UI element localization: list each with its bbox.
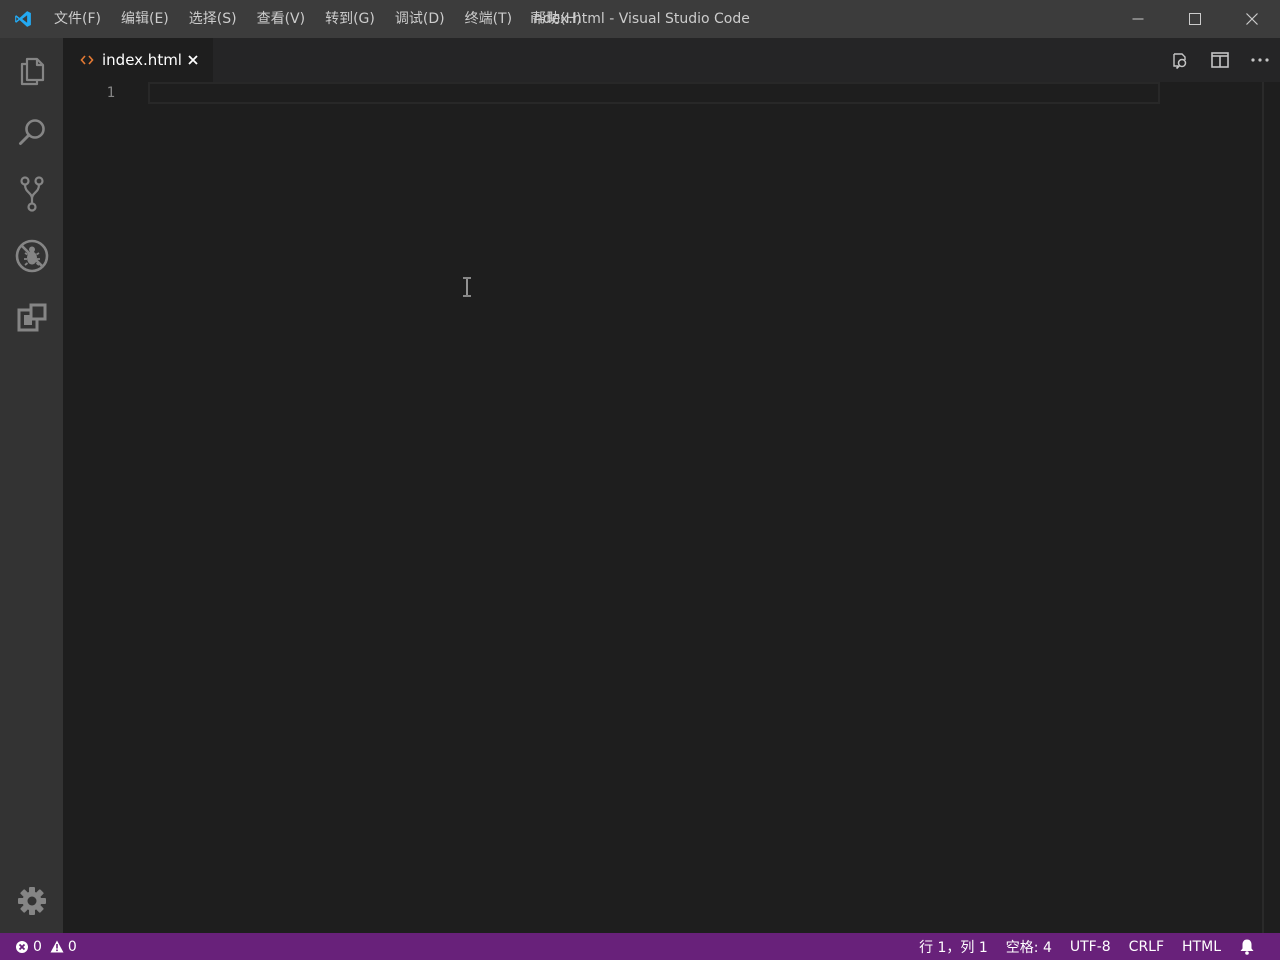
line-number: 1 [106,85,115,101]
activity-manage[interactable] [0,870,63,932]
tab-bar: index.html [63,38,1280,82]
indentation-status[interactable]: 空格: 4 [997,933,1061,960]
activity-source-control[interactable] [0,163,63,225]
html-file-icon [79,52,95,68]
tab-label: index.html [102,51,182,69]
gear-icon [17,887,46,915]
vscode-window: 文件(F) 编辑(E) 选择(S) 查看(V) 转到(G) 调试(D) 终端(T… [0,0,1280,960]
title-bar: 文件(F) 编辑(E) 选择(S) 查看(V) 转到(G) 调试(D) 终端(T… [0,0,1280,38]
close-icon [1245,13,1258,25]
vscode-logo-icon [0,0,46,38]
status-left: 0 0 [0,933,82,960]
maximize-icon [1188,13,1201,25]
vertical-scrollbar[interactable] [1262,82,1264,933]
line-number-gutter: 1 [63,82,148,933]
error-count: 0 [33,938,42,955]
activity-debug[interactable] [0,225,63,287]
error-icon [16,940,28,953]
bell-icon [1240,939,1254,955]
editor-area: index.html 1 [63,38,1280,933]
cursor-position-status[interactable]: 行 1，列 1 [910,933,997,960]
line-ending-status[interactable]: CRLF [1120,933,1173,960]
notifications-button[interactable] [1230,933,1268,960]
encoding-status[interactable]: UTF-8 [1061,933,1120,960]
menu-selection[interactable]: 选择(S) [179,0,247,38]
tab-close-button[interactable] [185,52,201,68]
warning-count: 0 [67,938,77,955]
menu-edit[interactable]: 编辑(E) [111,0,179,38]
search-icon [18,119,45,145]
window-title: index.html - Visual Studio Code [530,11,750,27]
split-editor-icon [1211,52,1229,68]
minimize-button[interactable] [1109,0,1166,38]
open-preview-icon [1173,53,1187,70]
minimize-icon [1132,18,1143,20]
menu-go[interactable]: 转到(G) [315,0,385,38]
close-icon [188,55,198,65]
open-preview-button[interactable] [1160,38,1200,82]
extensions-icon [17,303,46,332]
tab-index-html[interactable]: index.html [63,38,213,82]
activity-bar [0,38,63,933]
problems-status[interactable]: 0 0 [10,933,82,960]
ellipsis-icon [1251,58,1269,62]
language-mode-status[interactable]: HTML [1173,933,1230,960]
activity-extensions[interactable] [0,287,63,349]
debug-icon [15,239,48,273]
activity-search[interactable] [0,101,63,163]
explorer-icon [20,57,44,86]
warning-icon [50,940,64,953]
current-line-highlight [148,82,1160,104]
text-cursor-icon [461,276,473,298]
source-control-icon [19,176,44,212]
split-editor-button[interactable] [1200,38,1240,82]
status-bar: 0 0 行 1，列 1 空格: 4 UTF-8 CRLF HTML [0,933,1280,960]
text-editor[interactable]: 1 [63,82,1280,933]
status-right: 行 1，列 1 空格: 4 UTF-8 CRLF HTML [910,933,1280,960]
close-window-button[interactable] [1223,0,1280,38]
editor-actions [1160,38,1280,82]
more-actions-button[interactable] [1240,38,1280,82]
menu-file[interactable]: 文件(F) [46,0,111,38]
maximize-button[interactable] [1166,0,1223,38]
window-controls [1109,0,1280,38]
menu-view[interactable]: 查看(V) [247,0,316,38]
activity-explorer[interactable] [0,40,63,102]
